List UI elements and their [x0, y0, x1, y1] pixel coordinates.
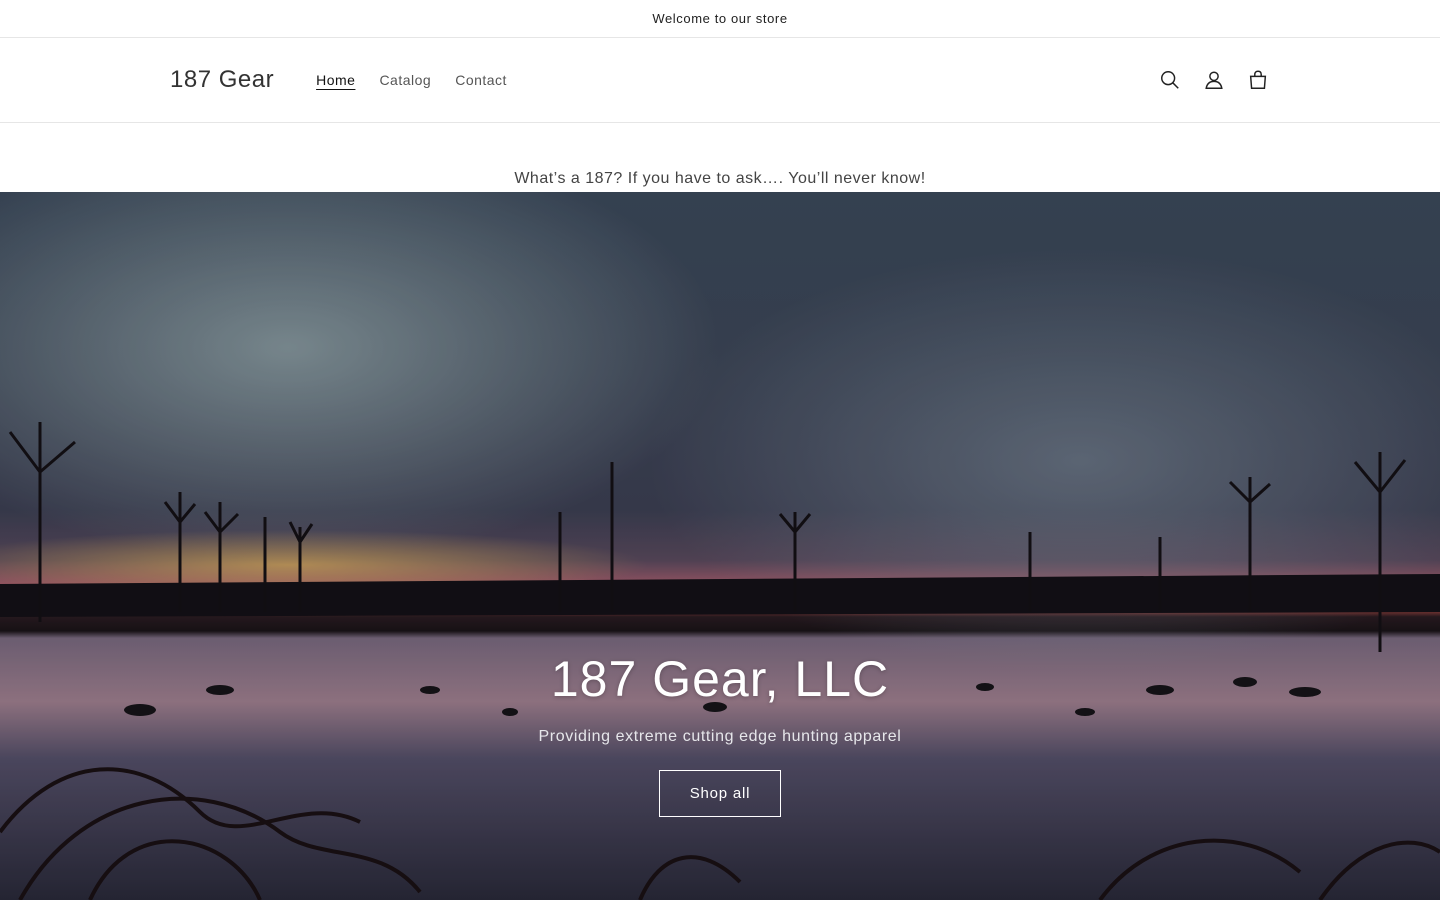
nav-catalog[interactable]: Catalog: [367, 72, 443, 88]
tagline-text: What’s a 187? If you have to ask…. You’l…: [514, 170, 926, 187]
search-button[interactable]: [1148, 58, 1192, 102]
account-icon: [1205, 71, 1223, 89]
header-icons: [1148, 38, 1280, 122]
site-header: 187 Gear Home Catalog Contact: [0, 38, 1440, 123]
main-nav: Home Catalog Contact: [304, 72, 519, 88]
shop-all-button[interactable]: Shop all: [659, 770, 781, 817]
nav-contact[interactable]: Contact: [443, 72, 519, 88]
tagline-section: What’s a 187? If you have to ask…. You’l…: [0, 123, 1440, 192]
announcement-text: Welcome to our store: [652, 11, 788, 26]
cart-icon: [1249, 70, 1267, 89]
hero-banner: 187 Gear, LLC Providing extreme cutting …: [0, 192, 1440, 900]
cart-button[interactable]: [1236, 58, 1280, 102]
hero-content: 187 Gear, LLC Providing extreme cutting …: [0, 650, 1440, 817]
account-button[interactable]: [1192, 58, 1236, 102]
announcement-bar: Welcome to our store: [0, 0, 1440, 38]
search-icon: [1161, 71, 1179, 89]
hero-title: 187 Gear, LLC: [550, 651, 890, 707]
hero-subtitle: Providing extreme cutting edge hunting a…: [538, 728, 902, 745]
nav-home[interactable]: Home: [304, 72, 367, 88]
store-logo[interactable]: 187 Gear: [170, 66, 274, 94]
